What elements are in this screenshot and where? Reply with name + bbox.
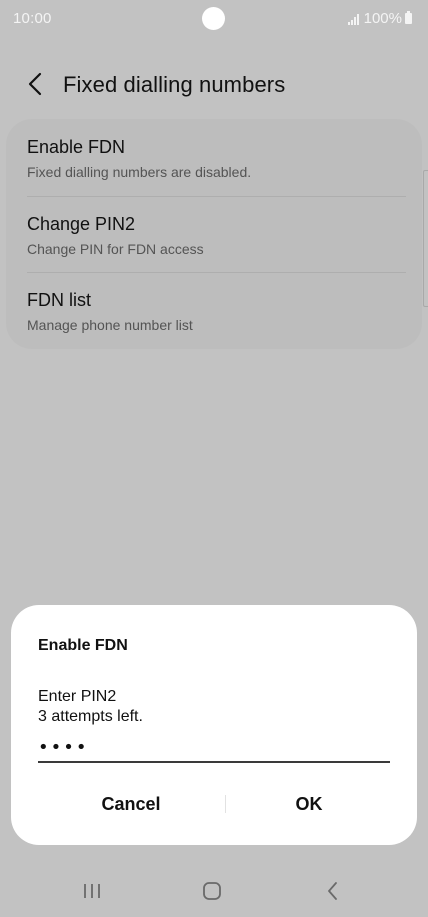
settings-item-subtitle: Change PIN for FDN access — [27, 241, 204, 257]
settings-card: Enable FDN Fixed dialling numbers are di… — [6, 119, 422, 349]
home-button[interactable] — [192, 878, 232, 904]
signal-icon — [347, 13, 360, 25]
settings-item-enable-fdn[interactable]: Enable FDN Fixed dialling numbers are di… — [6, 119, 422, 195]
status-indicators: 100% — [347, 10, 412, 27]
recents-button[interactable] — [72, 878, 112, 904]
dialog-message-attempts: 3 attempts left. — [38, 708, 143, 725]
status-time: 10:00 — [13, 10, 52, 27]
battery-icon — [405, 11, 412, 24]
settings-item-subtitle: Fixed dialling numbers are disabled. — [27, 164, 252, 180]
settings-item-subtitle: Manage phone number list — [27, 317, 193, 333]
app-header: Fixed dialling numbers — [0, 62, 428, 108]
nav-back-button[interactable] — [313, 878, 353, 904]
settings-item-fdn-list[interactable]: FDN list Manage phone number list — [6, 272, 422, 348]
dialog-message-prompt: Enter PIN2 — [38, 688, 117, 705]
cancel-button[interactable]: Cancel — [36, 789, 226, 819]
settings-item-title: FDN list — [27, 290, 91, 310]
status-bar: 10:00 100% — [0, 0, 428, 38]
chevron-left-icon — [28, 72, 42, 96]
recents-icon — [84, 884, 100, 898]
navigation-bar — [0, 866, 428, 917]
home-icon — [203, 882, 221, 900]
enable-fdn-dialog: Enable FDN Enter PIN2 3 attempts left. C… — [11, 605, 417, 845]
scroll-indicator[interactable] — [423, 170, 428, 307]
dialog-title: Enable FDN — [38, 637, 128, 654]
battery-percentage: 100% — [363, 10, 402, 27]
pin2-input[interactable] — [38, 733, 390, 763]
front-camera-cutout — [202, 7, 225, 30]
settings-item-title: Enable FDN — [27, 137, 126, 157]
settings-item-title: Change PIN2 — [27, 214, 136, 234]
back-icon — [328, 882, 337, 900]
settings-item-change-pin2[interactable]: Change PIN2 Change PIN for FDN access — [6, 196, 422, 272]
back-button[interactable] — [22, 70, 50, 98]
dialog-message: Enter PIN2 3 attempts left. — [38, 687, 143, 727]
page-title: Fixed dialling numbers — [63, 72, 286, 97]
ok-button[interactable]: OK — [214, 789, 404, 819]
